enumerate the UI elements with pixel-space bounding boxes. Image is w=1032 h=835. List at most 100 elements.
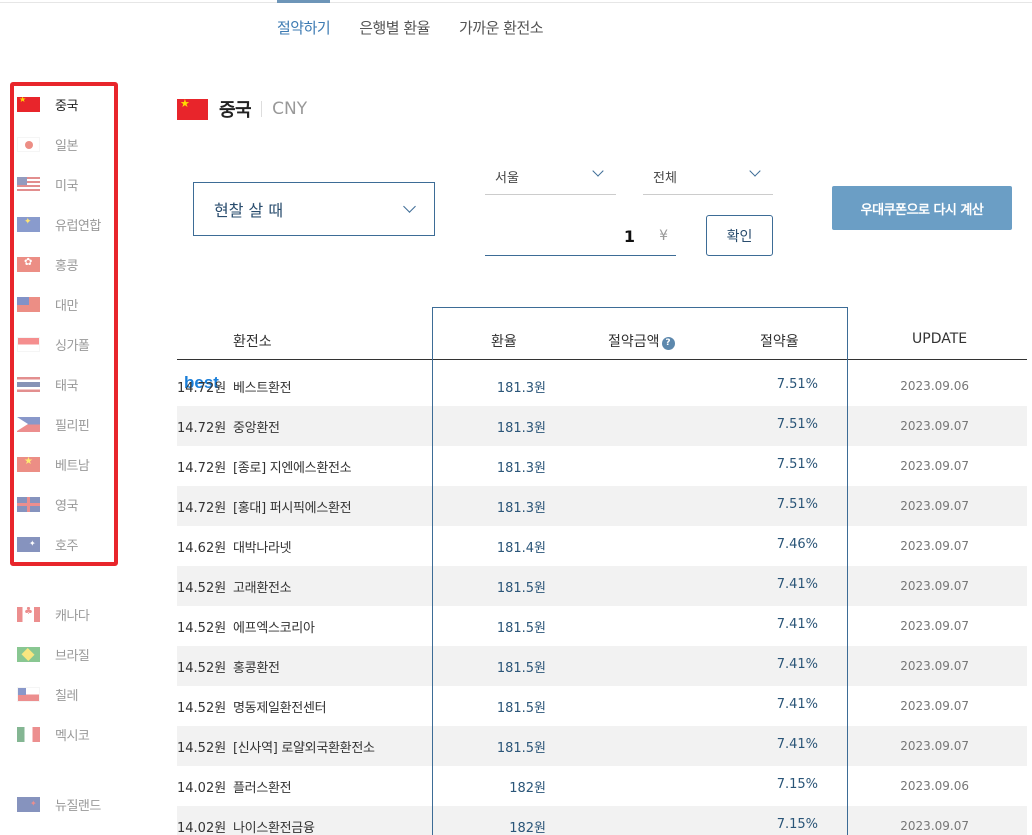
saving-rate-cell: 7.15%: [776, 777, 818, 792]
saving-cell: 14.02원: [177, 821, 227, 835]
saving-cell: 14.52원: [177, 581, 227, 596]
amount-input[interactable]: [485, 223, 635, 249]
exchange-table-body: best 베스트환전 181.3원 14.72원 7.51% 2023.09.06 중앙환전…: [177, 366, 1027, 835]
sidebar-item-label: 일본: [55, 138, 78, 154]
rate-cell: 182원: [509, 821, 546, 835]
saving-cell: 14.02원: [177, 781, 227, 796]
sidebar-item-label: 필리핀: [55, 418, 90, 434]
tw-flag-icon: [17, 296, 40, 312]
currency-code: CNY: [272, 99, 308, 119]
sidebar-item-mx[interactable]: 멕시코: [17, 722, 90, 746]
header-rate: 환율: [491, 334, 517, 350]
sidebar-item-label: 영국: [55, 498, 78, 514]
sidebar-item-ca[interactable]: 캐나다: [17, 602, 90, 626]
exchanger-name[interactable]: 중앙환전: [233, 417, 280, 436]
table-row[interactable]: best 베스트환전 181.3원 14.72원 7.51% 2023.09.06: [177, 366, 1027, 406]
table-row[interactable]: [신사역] 로얄외국환환전소 181.5원 14.52원 7.41% 2023.09.0…: [177, 726, 1027, 766]
saving-cell: 14.52원: [177, 661, 227, 676]
table-row[interactable]: 대박나라넷 181.4원 14.62원 7.46% 2023.09.07: [177, 526, 1027, 566]
tab-bank-rates[interactable]: 은행별 환율: [359, 0, 430, 44]
category-value: 전체: [653, 171, 677, 186]
chevron-down-icon: [749, 165, 761, 177]
rate-cell: 181.5원: [496, 741, 546, 756]
sidebar-item-gb[interactable]: 영국: [17, 492, 78, 516]
rate-cell: 181.3원: [496, 421, 546, 436]
sidebar-item-jp[interactable]: 일본: [17, 132, 78, 156]
exchanger-name[interactable]: 대박나라넷: [233, 537, 292, 556]
jp-flag-icon: [17, 136, 40, 152]
cn-flag-icon: [17, 96, 40, 112]
eu-flag-icon: [17, 216, 40, 232]
table-row[interactable]: 나이스환전금융 182원 14.02원 7.15% 2023.09.07: [177, 806, 1027, 835]
table-header: 환전소 환율 절약금액? 절약율 UPDATE: [177, 320, 1027, 360]
th-flag-icon: [17, 376, 40, 392]
header-saving-rate: 절약율: [760, 334, 799, 350]
table-row[interactable]: 고래환전소 181.5원 14.52원 7.41% 2023.09.07: [177, 566, 1027, 606]
exchanger-name[interactable]: 고래환전소: [233, 577, 292, 596]
saving-rate-cell: 7.51%: [776, 377, 818, 392]
update-cell: 2023.09.06: [900, 379, 969, 393]
update-cell: 2023.09.07: [900, 659, 969, 673]
saving-cell: 14.72원: [177, 381, 227, 396]
rate-cell: 181.3원: [496, 461, 546, 476]
sidebar-item-nz[interactable]: 뉴질랜드: [17, 792, 101, 816]
sidebar-item-cn[interactable]: 중국: [17, 92, 78, 116]
exchanger-name[interactable]: [종로] 지엔에스환전소: [233, 457, 352, 476]
transaction-type-value: 현찰 살 때: [214, 201, 284, 220]
table-row[interactable]: [홍대] 퍼시픽에스환전 181.3원 14.72원 7.51% 2023.09.07: [177, 486, 1027, 526]
sidebar-item-sg[interactable]: 싱가폴: [17, 332, 90, 356]
sidebar-item-eu[interactable]: 유럽연합: [17, 212, 101, 236]
saving-cell: 14.72원: [177, 501, 227, 516]
transaction-type-select[interactable]: 현찰 살 때: [193, 182, 435, 236]
update-cell: 2023.09.07: [900, 419, 969, 433]
header-saving-label: 절약금액: [608, 334, 660, 350]
exchanger-name[interactable]: 나이스환전금융: [233, 817, 315, 835]
rate-cell: 181.5원: [496, 581, 546, 596]
saving-cell: 14.62원: [177, 541, 227, 556]
rate-cell: 181.5원: [496, 661, 546, 676]
update-cell: 2023.09.07: [900, 699, 969, 713]
sidebar-item-br[interactable]: 브라질: [17, 642, 90, 666]
saving-cell: 14.52원: [177, 621, 227, 636]
rate-cell: 181.3원: [496, 501, 546, 516]
region-select[interactable]: 서울: [485, 156, 616, 195]
br-flag-icon: [17, 646, 40, 662]
table-row[interactable]: 플러스환전 182원 14.02원 7.15% 2023.09.06: [177, 766, 1027, 806]
table-row[interactable]: 중앙환전 181.3원 14.72원 7.51% 2023.09.07: [177, 406, 1027, 446]
sidebar-item-au[interactable]: 호주: [17, 532, 78, 556]
exchanger-name[interactable]: [신사역] 로얄외국환환전소: [233, 737, 375, 756]
exchanger-name[interactable]: 명동제일환전센터: [233, 697, 327, 716]
sg-flag-icon: [17, 336, 40, 352]
saving-rate-cell: 7.51%: [776, 457, 818, 472]
confirm-button[interactable]: 확인: [706, 215, 773, 256]
china-flag-icon: [177, 97, 208, 120]
sidebar-item-ph[interactable]: 필리핀: [17, 412, 90, 436]
mx-flag-icon: [17, 726, 40, 742]
saving-rate-cell: 7.15%: [776, 817, 818, 832]
table-row[interactable]: 에프엑스코리아 181.5원 14.52원 7.41% 2023.09.07: [177, 606, 1027, 646]
table-row[interactable]: 명동제일환전센터 181.5원 14.52원 7.41% 2023.09.07: [177, 686, 1027, 726]
table-row[interactable]: [종로] 지엔에스환전소 181.3원 14.72원 7.51% 2023.09.07: [177, 446, 1027, 486]
exchanger-name[interactable]: [홍대] 퍼시픽에스환전: [233, 497, 352, 516]
help-icon[interactable]: ?: [661, 337, 675, 350]
sidebar-item-label: 호주: [55, 538, 78, 554]
sidebar-item-vn[interactable]: 베트남: [17, 452, 90, 476]
tab-nearby-exchangers[interactable]: 가까운 환전소: [459, 0, 544, 44]
ca-flag-icon: [17, 606, 40, 622]
exchanger-name[interactable]: 에프엑스코리아: [233, 617, 315, 636]
sidebar-item-us[interactable]: 미국: [17, 172, 78, 196]
sidebar-item-tw[interactable]: 대만: [17, 292, 78, 316]
table-row[interactable]: 홍콩환전 181.5원 14.52원 7.41% 2023.09.07: [177, 646, 1027, 686]
exchanger-name[interactable]: 홍콩환전: [233, 657, 280, 676]
exchanger-name[interactable]: 베스트환전: [233, 377, 292, 396]
sidebar-item-cl[interactable]: 칠레: [17, 682, 78, 706]
sidebar-item-hk[interactable]: 홍콩: [17, 252, 78, 276]
tab-save[interactable]: 절약하기: [277, 0, 331, 44]
hk-flag-icon: [17, 256, 40, 272]
main-tabs: 절약하기 은행별 환율 가까운 환전소: [277, 0, 572, 44]
exchanger-name[interactable]: 플러스환전: [233, 777, 292, 796]
coupon-recalculate-button[interactable]: 우대쿠폰으로 다시 계산: [832, 186, 1012, 230]
category-select[interactable]: 전체: [643, 156, 773, 195]
sidebar-item-th[interactable]: 태국: [17, 372, 78, 396]
cl-flag-icon: [17, 686, 40, 702]
